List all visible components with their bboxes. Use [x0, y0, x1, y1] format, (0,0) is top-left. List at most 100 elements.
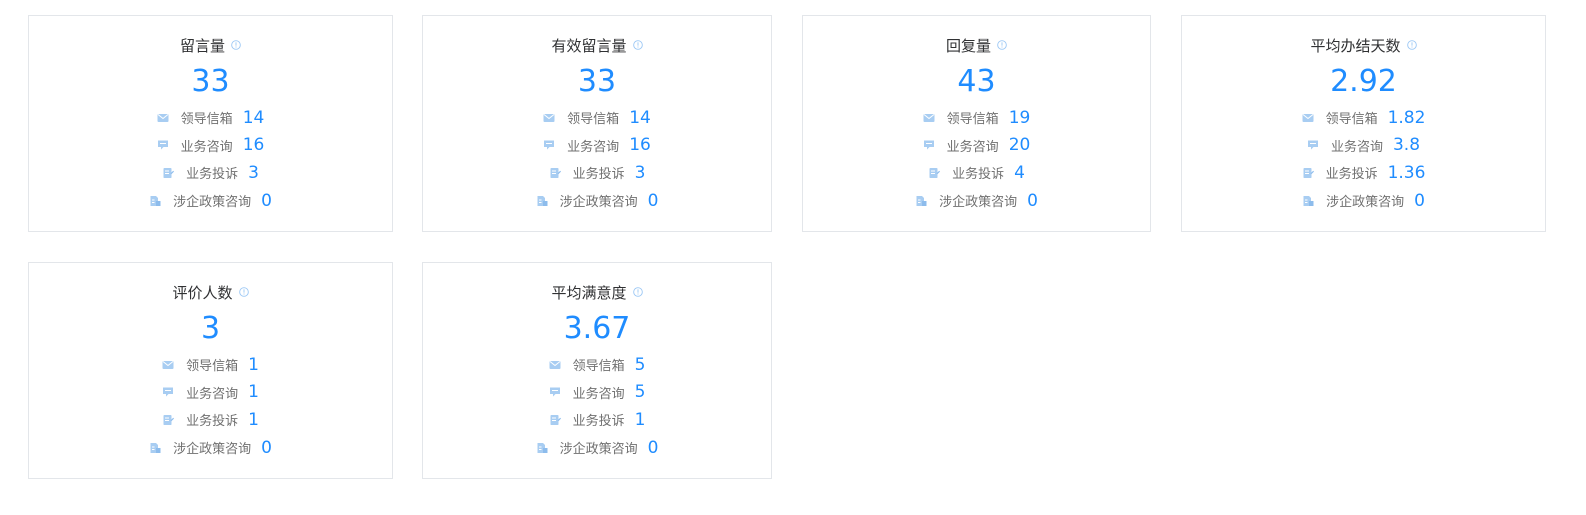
stat-row-label: 涉企政策咨询 — [173, 442, 252, 458]
stat-row-value: 1.36 — [1387, 162, 1426, 183]
stat-row-label: 领导信箱 — [946, 112, 999, 128]
stat-row-business-consult: 业务咨询 16 — [423, 132, 771, 160]
stat-row-value: 1 — [248, 354, 259, 375]
stat-card-value: 33 — [577, 64, 617, 99]
stat-row-label: 涉企政策咨询 — [173, 195, 252, 211]
chat-bubble-icon — [163, 387, 174, 397]
stat-row-value: 0 — [647, 437, 659, 458]
stat-row-leader-mailbox: 领导信箱 1 — [29, 351, 392, 379]
stat-card-title: 回复量 — [945, 37, 991, 55]
mail-icon — [157, 113, 169, 122]
stat-card-messages: 留言量 33 领导信箱 14 业务咨询 16 业务投诉 3 涉企政策咨询 0 — [28, 15, 393, 232]
stat-row-label: 业务咨询 — [567, 139, 620, 155]
stat-row-label: 业务咨询 — [186, 386, 239, 402]
stat-row-value: 0 — [647, 190, 659, 211]
chat-bubble-icon — [549, 387, 560, 397]
stat-row-value: 1 — [634, 409, 646, 430]
stat-card-replies: 回复量 43 领导信箱 19 业务咨询 20 业务投诉 4 涉企政策咨询 0 — [802, 15, 1151, 232]
stat-row-value: 0 — [1414, 190, 1425, 211]
stat-row-business-complaint: 业务投诉 3 — [29, 159, 392, 187]
stat-row-value: 3.8 — [1392, 135, 1421, 156]
stat-row-value: 20 — [1008, 135, 1031, 156]
stat-row-business-consult: 业务咨询 1 — [29, 379, 392, 407]
stat-row-label: 领导信箱 — [572, 359, 625, 375]
stat-card-avg-completion-days: 平均办结天数 2.92 领导信箱 1.82 业务咨询 3.8 业务投诉 1.36… — [1181, 15, 1546, 232]
document-edit-icon — [550, 414, 561, 425]
stat-row-enterprise-policy: 涉企政策咨询 0 — [1182, 187, 1545, 215]
stat-row-label: 业务投诉 — [952, 167, 1005, 183]
stat-row-value: 0 — [261, 190, 272, 211]
building-icon — [916, 195, 927, 206]
stat-row-label: 业务咨询 — [572, 386, 625, 402]
stat-row-label: 业务投诉 — [572, 414, 625, 430]
stat-row-value: 14 — [629, 107, 651, 128]
stat-card-title: 平均满意度 — [551, 284, 627, 302]
stat-row-value: 19 — [1008, 107, 1031, 128]
stat-card-value: 33 — [191, 64, 230, 99]
stat-row-leader-mailbox: 领导信箱 5 — [423, 351, 771, 379]
stat-row-business-consult: 业务咨询 5 — [423, 379, 771, 407]
stat-row-leader-mailbox: 领导信箱 14 — [29, 104, 392, 132]
chat-bubble-icon — [1307, 140, 1318, 150]
stat-card-value: 2.92 — [1330, 64, 1397, 99]
stat-card-title: 有效留言量 — [551, 37, 627, 55]
stat-row-business-consult: 业务咨询 16 — [29, 132, 392, 160]
stat-row-enterprise-policy: 涉企政策咨询 0 — [29, 187, 392, 215]
stat-row-label: 涉企政策咨询 — [1326, 195, 1405, 211]
info-icon[interactable] — [632, 40, 643, 50]
stat-row-value: 5 — [634, 382, 646, 403]
stat-row-enterprise-policy: 涉企政策咨询 0 — [29, 434, 392, 462]
stat-row-label: 领导信箱 — [186, 359, 239, 375]
stat-row-business-complaint: 业务投诉 1.36 — [1182, 159, 1545, 187]
info-icon[interactable] — [238, 287, 249, 297]
mail-icon — [1302, 113, 1314, 122]
stat-card-title: 评价人数 — [172, 284, 233, 302]
info-icon[interactable] — [997, 40, 1007, 50]
stat-row-enterprise-policy: 涉企政策咨询 0 — [423, 187, 771, 215]
stat-row-value: 16 — [242, 135, 265, 156]
stat-row-business-consult: 业务咨询 20 — [803, 132, 1150, 160]
document-edit-icon — [1303, 167, 1314, 178]
building-icon — [537, 195, 548, 206]
mail-icon — [162, 360, 174, 369]
stat-card-valid-messages: 有效留言量 33 领导信箱 14 业务咨询 16 业务投诉 3 涉企政策咨询 0 — [422, 15, 772, 232]
stat-card-raters: 评价人数 3 领导信箱 1 业务咨询 1 业务投诉 1 涉企政策咨询 0 — [28, 262, 393, 479]
stat-row-label: 涉企政策咨询 — [559, 195, 638, 211]
stat-card-value: 3.67 — [563, 311, 631, 346]
stat-row-business-complaint: 业务投诉 4 — [803, 159, 1150, 187]
stat-row-value: 1.82 — [1387, 107, 1426, 128]
stat-row-label: 业务投诉 — [572, 167, 625, 183]
mail-icon — [549, 360, 561, 369]
info-icon[interactable] — [632, 287, 643, 297]
info-icon[interactable] — [231, 40, 241, 50]
stat-row-value: 0 — [261, 437, 272, 458]
stat-row-leader-mailbox: 领导信箱 19 — [803, 104, 1150, 132]
stat-row-business-complaint: 业务投诉 1 — [29, 406, 392, 434]
stat-row-label: 业务投诉 — [186, 167, 239, 183]
stat-row-business-complaint: 业务投诉 3 — [423, 159, 771, 187]
stat-row-label: 涉企政策咨询 — [939, 195, 1018, 211]
document-edit-icon — [929, 167, 941, 178]
stat-row-value: 1 — [248, 382, 259, 403]
document-edit-icon — [163, 414, 175, 425]
stat-row-value: 3 — [248, 162, 259, 183]
chat-bubble-icon — [544, 140, 555, 150]
stat-row-value: 3 — [634, 162, 646, 183]
stat-row-value: 16 — [629, 135, 651, 156]
stat-row-label: 业务投诉 — [1325, 167, 1378, 183]
stat-row-value: 14 — [242, 107, 265, 128]
stat-row-label: 业务咨询 — [180, 139, 233, 155]
stat-card-title: 留言量 — [179, 37, 225, 55]
stat-row-business-consult: 业务咨询 3.8 — [1182, 132, 1545, 160]
stat-row-enterprise-policy: 涉企政策咨询 0 — [423, 434, 771, 462]
stat-row-label: 业务投诉 — [186, 414, 239, 430]
stat-row-leader-mailbox: 领导信箱 14 — [423, 104, 771, 132]
stat-row-label: 领导信箱 — [180, 112, 233, 128]
stat-card-title: 平均办结天数 — [1310, 37, 1401, 55]
info-icon[interactable] — [1406, 40, 1417, 50]
stat-card-value: 3 — [200, 311, 221, 346]
building-icon — [150, 195, 161, 206]
building-icon — [150, 442, 161, 453]
mail-icon — [923, 113, 935, 122]
mail-icon — [543, 113, 555, 122]
